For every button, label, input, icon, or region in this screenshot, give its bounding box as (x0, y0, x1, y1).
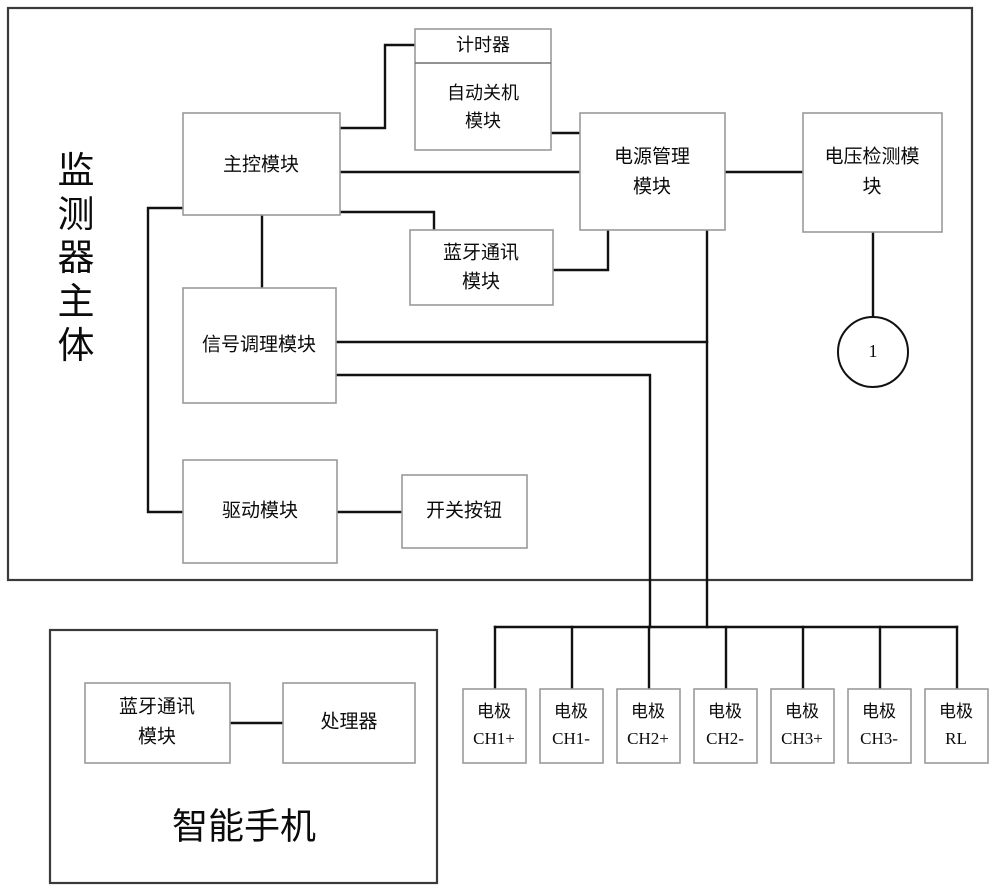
switch-button-label: 开关按钮 (426, 499, 502, 521)
monitor-body-title: 监 测 器 主 体 (46, 150, 106, 368)
connector-main-to-drive (146, 206, 185, 514)
power-management-module-box[interactable] (579, 112, 726, 231)
connector-main-to-bluetooth (338, 210, 436, 232)
electrode-box[interactable] (770, 688, 835, 764)
electrode-box[interactable] (539, 688, 604, 764)
electrode-box[interactable] (693, 688, 758, 764)
monitor-body-title-char: 体 (57, 325, 95, 367)
voltage-detection-label-line1: 电压检测模 (824, 145, 919, 167)
electrode-box[interactable] (616, 688, 681, 764)
connector-main-to-timer (338, 43, 417, 130)
monitor-body-title-char: 主 (57, 281, 95, 323)
phone-bluetooth-label-line2: 模块 (138, 725, 176, 747)
phone-processor-label: 处理器 (320, 710, 377, 732)
auto-shutdown-label-line2: 模块 (465, 111, 501, 131)
electrode-group: 电极 CH1+ 电极 CH1- 电极 CH2+ 电极 CH2- 电极 CH3+ … (462, 688, 989, 764)
voltage-detection-module-box[interactable] (802, 112, 943, 233)
block-diagram-canvas: 计时器 自动关机 模块 主控模块 电源管理 模块 电压检测模 块 蓝牙通讯 模块… (0, 0, 1000, 889)
electrode-label-line2: CH3- (860, 729, 898, 748)
bluetooth-module-label-line2: 模块 (462, 270, 500, 292)
main-control-module-label: 主控模块 (223, 153, 299, 175)
electrode-label-line1: 电极 (631, 702, 665, 721)
electrode-label-line1: 电极 (939, 702, 973, 721)
electrode-label-line2: RL (945, 729, 967, 748)
electrode-label-line1: 电极 (862, 702, 896, 721)
electrode-label-line2: CH1+ (473, 729, 515, 748)
auto-shutdown-label-line1: 自动关机 (447, 83, 519, 103)
electrode-label-line2: CH1- (552, 729, 590, 748)
reference-marker-label: 1 (869, 341, 878, 361)
power-management-label-line1: 电源管理 (614, 145, 690, 167)
electrode-label-line1: 电极 (477, 702, 511, 721)
signal-conditioning-label: 信号调理模块 (202, 333, 316, 355)
timer-label: 计时器 (456, 35, 510, 55)
voltage-detection-label-line2: 块 (862, 175, 881, 197)
monitor-body-title-char: 器 (57, 238, 95, 280)
electrode-label-line2: CH2+ (627, 729, 669, 748)
electrode-label-line1: 电极 (708, 702, 742, 721)
electrode-label-line1: 电极 (554, 702, 588, 721)
bluetooth-module-label-line1: 蓝牙通讯 (443, 241, 519, 263)
electrode-box[interactable] (924, 688, 989, 764)
electrode-label-line1: 电极 (785, 702, 819, 721)
electrode-label-line2: CH3+ (781, 729, 823, 748)
monitor-body-title-char: 测 (57, 194, 95, 236)
phone-bluetooth-module-box[interactable] (84, 682, 231, 764)
power-management-label-line2: 模块 (633, 175, 671, 197)
diagram-svg: 计时器 自动关机 模块 主控模块 电源管理 模块 电压检测模 块 蓝牙通讯 模块… (6, 6, 989, 885)
electrode-box[interactable] (847, 688, 912, 764)
bluetooth-module-box[interactable] (409, 229, 554, 306)
electrode-label-line2: CH2- (706, 729, 744, 748)
drive-module-label: 驱动模块 (222, 499, 298, 521)
smartphone-label: 智能手机 (172, 806, 316, 846)
electrode-box[interactable] (462, 688, 527, 764)
connector-bluetooth-to-power (551, 228, 610, 272)
phone-bluetooth-label-line1: 蓝牙通讯 (119, 695, 195, 717)
monitor-body-title-char: 监 (57, 151, 95, 192)
